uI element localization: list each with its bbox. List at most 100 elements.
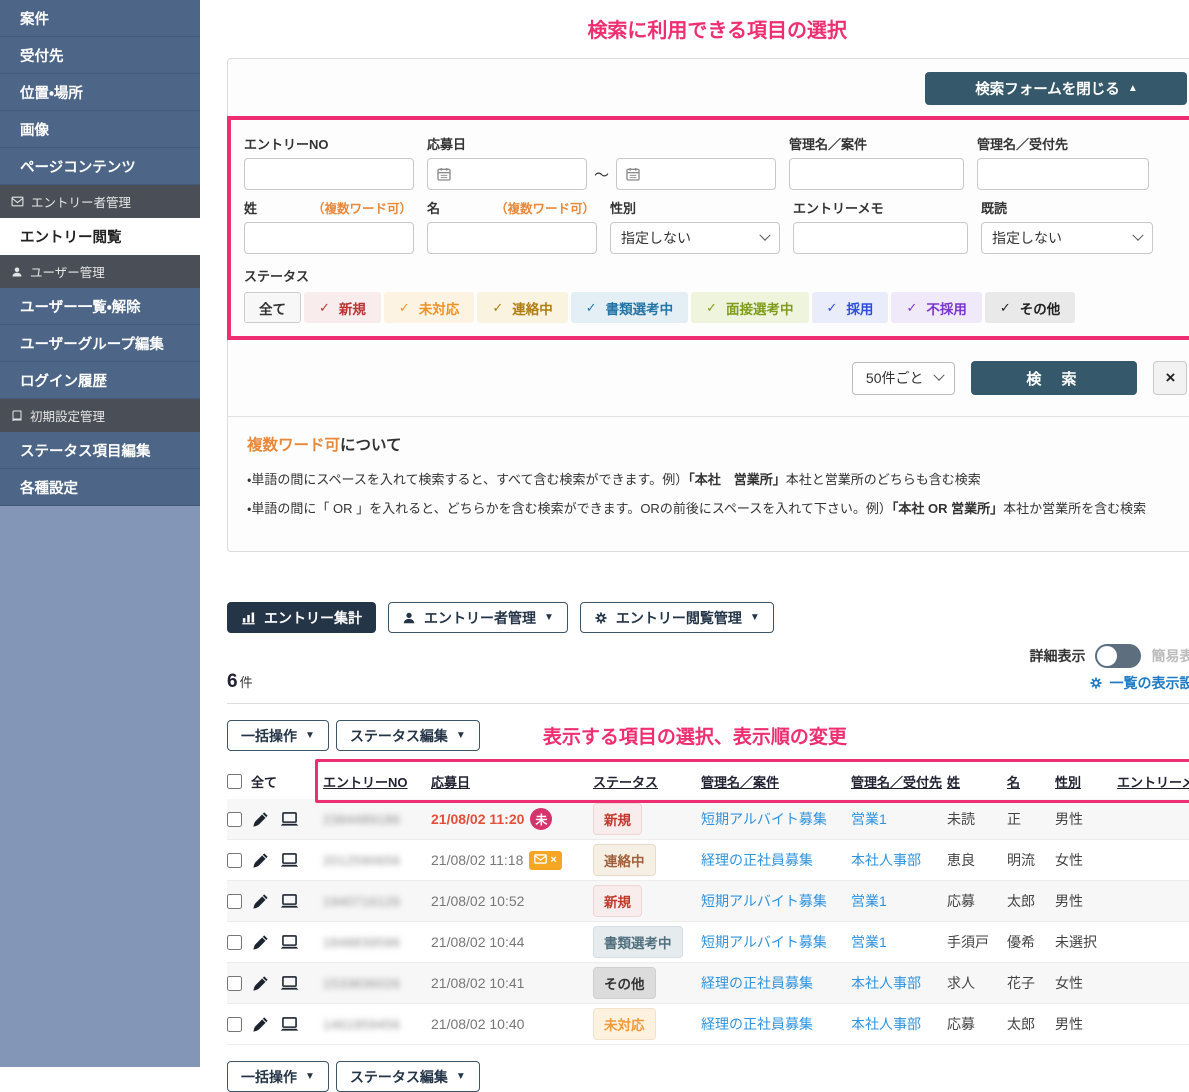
- row-checkbox[interactable]: [227, 894, 242, 909]
- per-page-select[interactable]: 50件ごと: [852, 362, 956, 395]
- row-checkbox[interactable]: [227, 935, 242, 950]
- laptop-icon[interactable]: [279, 932, 300, 953]
- view-mode-toggle[interactable]: [1095, 644, 1141, 668]
- entry-no-value: 1848839596: [323, 935, 400, 950]
- uketsuke-link[interactable]: 営業1: [851, 811, 887, 827]
- display-settings-link[interactable]: 一覧の表示設定: [1089, 673, 1189, 693]
- sidebar-item-2[interactable]: 位置・場所: [0, 74, 200, 111]
- table-row: 153383602621/08/02 10:41その他経理の正社員募集本社人事部…: [227, 963, 1189, 1004]
- pen-icon[interactable]: [251, 933, 270, 952]
- apply-date-value: 21/08/02 10:44: [431, 934, 524, 950]
- anken-link[interactable]: 短期アルバイト募集: [701, 811, 827, 827]
- col-status[interactable]: ステータス: [593, 775, 658, 790]
- anken-name-input[interactable]: [789, 158, 964, 190]
- caret-down-icon: ▼: [750, 612, 760, 623]
- gender-value: 男性: [1055, 893, 1083, 909]
- col-mei[interactable]: 名: [1007, 775, 1020, 790]
- sidebar-item-10[interactable]: ログイン履歴: [0, 362, 200, 399]
- col-entry-memo[interactable]: エントリーメモ: [1117, 775, 1189, 790]
- apply-date-from-input[interactable]: [427, 158, 587, 190]
- sidebar-item-9[interactable]: ユーザーグループ編集: [0, 325, 200, 362]
- anken-link[interactable]: 経理の正社員募集: [701, 852, 813, 868]
- check-icon: ✓: [706, 300, 717, 316]
- field-entry-memo: エントリーメモ: [793, 193, 968, 254]
- field-read-status: 既読 指定しない: [981, 193, 1153, 254]
- col-uketsuke[interactable]: 管理名／受付先: [851, 775, 942, 790]
- uketsuke-link[interactable]: 営業1: [851, 934, 887, 950]
- sidebar-item-12[interactable]: ステータス項目編集: [0, 432, 200, 469]
- status-filter-renraku[interactable]: ✓連絡中: [477, 292, 567, 323]
- bulk-operation-dropdown[interactable]: 一括操作 ▼: [227, 1061, 329, 1092]
- anken-link[interactable]: 経理の正社員募集: [701, 975, 813, 991]
- uketsuke-link[interactable]: 営業1: [851, 893, 887, 909]
- sidebar-item-3[interactable]: 画像: [0, 111, 200, 148]
- pen-icon[interactable]: [251, 851, 270, 870]
- entry-aggregate-button[interactable]: エントリー集計: [227, 602, 376, 633]
- apply-date-value: 21/08/02 11:18: [431, 852, 523, 868]
- anken-link[interactable]: 短期アルバイト募集: [701, 893, 827, 909]
- status-filter-saiyou[interactable]: ✓採用: [812, 292, 889, 323]
- row-checkbox[interactable]: [227, 853, 242, 868]
- pen-icon[interactable]: [251, 1015, 270, 1034]
- col-gender[interactable]: 性別: [1055, 775, 1081, 790]
- sidebar-item-4[interactable]: ページコンテンツ: [0, 148, 200, 185]
- entry-view-management-dropdown[interactable]: エントリー閲覧管理 ▼: [580, 602, 774, 633]
- entry-memo-input[interactable]: [793, 222, 968, 254]
- check-icon: ✓: [399, 300, 410, 316]
- uketsuke-link[interactable]: 本社人事部: [851, 852, 921, 868]
- status-filter-sonota[interactable]: ✓その他: [985, 292, 1075, 323]
- status-edit-dropdown[interactable]: ステータス編集 ▼: [336, 720, 480, 751]
- status-filter-mensetsu[interactable]: ✓面接選考中: [691, 292, 808, 323]
- sidebar-item-1[interactable]: 受付先: [0, 37, 200, 74]
- status-filter-fusaiyou[interactable]: ✓不採用: [891, 292, 981, 323]
- row-checkbox[interactable]: [227, 976, 242, 991]
- uketsuke-link[interactable]: 本社人事部: [851, 1016, 921, 1032]
- status-filter-mitaiou[interactable]: ✓未対応: [384, 292, 474, 323]
- col-apply-date[interactable]: 応募日: [431, 772, 470, 791]
- anken-link[interactable]: 経理の正社員募集: [701, 1016, 813, 1032]
- uketsuke-link[interactable]: 本社人事部: [851, 975, 921, 991]
- col-entry-no[interactable]: エントリーNO: [323, 775, 408, 790]
- bulk-operation-dropdown[interactable]: 一括操作 ▼: [227, 720, 329, 751]
- laptop-icon[interactable]: [279, 1014, 300, 1035]
- laptop-icon[interactable]: [279, 973, 300, 994]
- row-checkbox[interactable]: [227, 812, 242, 827]
- sidebar-item-6[interactable]: エントリー閲覧: [0, 218, 200, 255]
- close-search-form-button[interactable]: 検索フォームを閉じる ▲: [925, 72, 1187, 105]
- first-name-input[interactable]: [427, 222, 597, 254]
- entry-no-input[interactable]: [244, 158, 414, 190]
- sidebar-item-8[interactable]: ユーザー一覧・解除: [0, 288, 200, 325]
- sidebar-item-13[interactable]: 各種設定: [0, 469, 200, 506]
- mei-value: 太郎: [1007, 893, 1035, 909]
- table-row: 201259065621/08/02 11:18×連絡中経理の正社員募集本社人事…: [227, 840, 1189, 881]
- status-edit-dropdown[interactable]: ステータス編集 ▼: [336, 1061, 480, 1092]
- anken-link[interactable]: 短期アルバイト募集: [701, 934, 827, 950]
- sidebar-item-0[interactable]: 案件: [0, 0, 200, 37]
- col-sei[interactable]: 姓: [947, 775, 960, 790]
- gear-icon: [594, 611, 608, 625]
- entrant-management-dropdown[interactable]: エントリー者管理 ▼: [388, 602, 568, 633]
- status-filter-all[interactable]: 全て: [244, 292, 301, 323]
- uketsuke-name-input[interactable]: [977, 158, 1149, 190]
- table-row: 194071612621/08/02 10:52新規短期アルバイト募集営業1応募…: [227, 881, 1189, 922]
- status-filter-shinki[interactable]: ✓新規: [304, 292, 381, 323]
- sei-value: 求人: [947, 975, 975, 991]
- clear-search-button[interactable]: ×: [1153, 361, 1187, 395]
- row-checkbox[interactable]: [227, 1017, 242, 1032]
- col-anken[interactable]: 管理名／案件: [701, 775, 779, 790]
- last-name-input[interactable]: [244, 222, 414, 254]
- laptop-icon[interactable]: [279, 850, 300, 871]
- pen-icon[interactable]: [251, 974, 270, 993]
- mail-error-badge: ×: [529, 851, 561, 870]
- read-status-select[interactable]: 指定しない: [981, 222, 1153, 254]
- status-filter-shorui[interactable]: ✓書類選考中: [571, 292, 688, 323]
- gender-select[interactable]: 指定しない: [610, 222, 780, 254]
- pen-icon[interactable]: [251, 892, 270, 911]
- laptop-icon[interactable]: [279, 891, 300, 912]
- search-button[interactable]: 検 索: [971, 361, 1137, 395]
- select-all-checkbox[interactable]: [227, 774, 242, 789]
- pen-icon[interactable]: [251, 810, 270, 829]
- bulk-actions-bottom: 一括操作 ▼ ステータス編集 ▼: [227, 1061, 1189, 1092]
- laptop-icon[interactable]: [279, 809, 300, 830]
- apply-date-to-input[interactable]: [616, 158, 776, 190]
